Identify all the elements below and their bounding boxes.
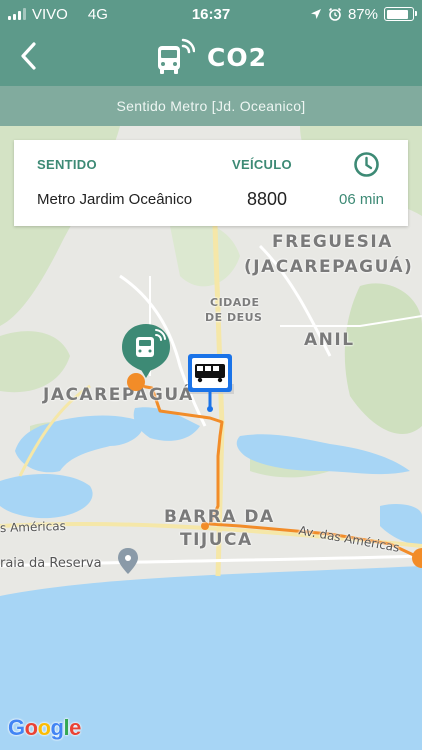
map-label-anil: ANIL xyxy=(304,330,355,350)
map-label-cidade: CIDADE xyxy=(210,296,260,309)
direction-banner: Sentido Metro [Jd. Oceanico] xyxy=(0,86,422,126)
eta-value: 06 min xyxy=(339,191,385,208)
battery-fill xyxy=(386,9,409,19)
route-info-card: SENTIDO VEÍCULO Metro Jardim Oceânico 88… xyxy=(14,140,408,226)
network-label: 4G xyxy=(87,5,108,23)
map-label-jacarepagua-paren: (JACAREPAGUÁ) xyxy=(244,257,414,277)
map-label-americas-left: s Américas xyxy=(0,518,67,536)
alarm-icon xyxy=(328,7,342,21)
map-label-barra-da: BARRA DA xyxy=(164,507,275,527)
signal-icon xyxy=(8,8,26,20)
bus-location-marker[interactable] xyxy=(118,320,178,392)
status-time: 16:37 xyxy=(191,5,231,23)
bus-stop-marker[interactable] xyxy=(184,352,240,418)
status-left: VIVO 4G xyxy=(8,6,158,23)
carrier-label: VIVO xyxy=(32,5,68,23)
google-logo: Google xyxy=(8,715,81,740)
map-label-freguesia: FREGUESIA xyxy=(272,232,393,252)
status-right: 87% xyxy=(264,5,417,23)
sentido-value: Metro Jardim Oceânico xyxy=(37,191,193,208)
map-label-tijuca: TIJUCA xyxy=(180,530,253,550)
bus-wifi-icon xyxy=(158,38,195,74)
veiculo-header: VEÍCULO xyxy=(232,157,292,172)
veiculo-value: 8800 xyxy=(247,189,288,209)
status-bar: VIVO 4G 16:37 87% xyxy=(0,0,422,28)
page-title: CO2 xyxy=(207,42,267,72)
battery-percent: 87% xyxy=(347,5,378,23)
nav-bar: CO2 xyxy=(0,28,422,86)
map-label-reserva: raia da Reserva xyxy=(0,556,102,571)
back-chevron-icon xyxy=(21,42,36,70)
map-label-de-deus: DE DEUS xyxy=(205,311,263,324)
back-button[interactable] xyxy=(8,36,48,76)
battery-icon xyxy=(384,7,417,21)
sentido-header: SENTIDO xyxy=(37,157,97,172)
clock-icon xyxy=(354,152,379,177)
nav-title-group: CO2 xyxy=(155,38,267,76)
location-arrow-icon xyxy=(310,9,321,19)
